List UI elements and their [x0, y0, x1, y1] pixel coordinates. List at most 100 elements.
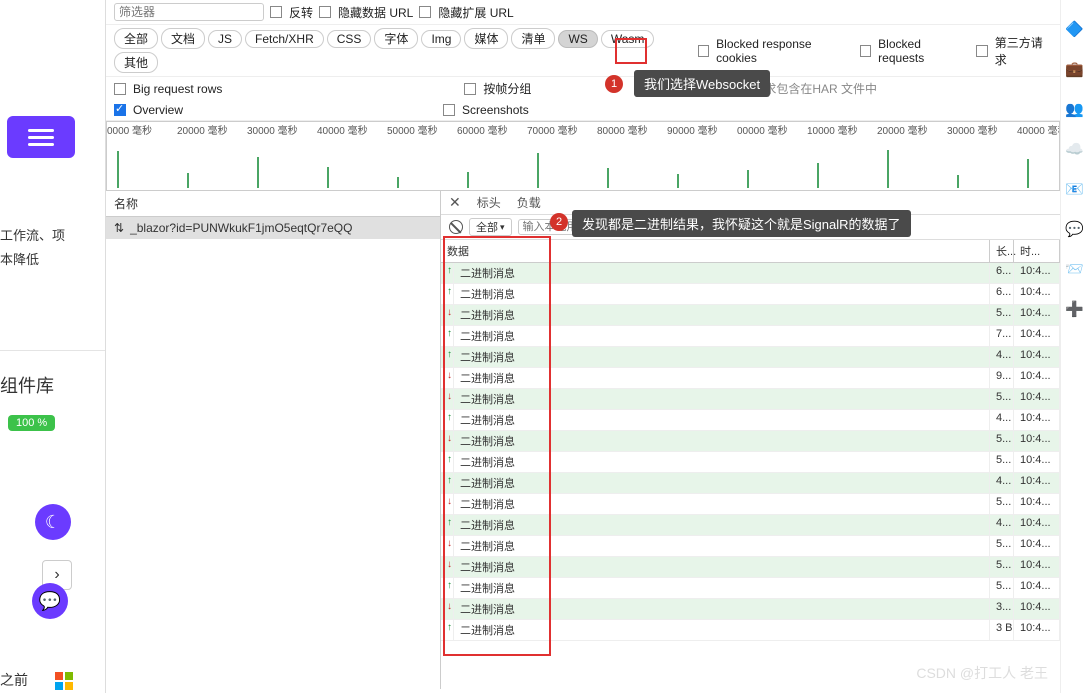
type-chip-全部[interactable]: 全部 [114, 28, 158, 49]
arrow-up-icon: ↑ [441, 263, 454, 283]
screenshots-check[interactable]: Screenshots [443, 103, 529, 117]
ws-message-row[interactable]: ↑二进制消息4...10:4... [441, 515, 1060, 536]
msg-time: 10:4... [1014, 368, 1060, 388]
ws-message-row[interactable]: ↓二进制消息5...10:4... [441, 389, 1060, 410]
ws-message-row[interactable]: ↓二进制消息3...10:4... [441, 599, 1060, 620]
side-icon-4[interactable]: 📧 [1065, 180, 1084, 198]
type-chip-wasm[interactable]: Wasm [601, 30, 655, 48]
side-icon-3[interactable]: ☁️ [1065, 140, 1084, 158]
msg-time: 10:4... [1014, 284, 1060, 304]
arrow-up-icon: ↑ [441, 326, 454, 346]
arrow-down-icon: ↓ [441, 431, 454, 451]
blocked-req-check[interactable]: Blocked requests [860, 37, 967, 65]
msg-len: 5... [990, 305, 1014, 325]
ws-messages: 数据 长... 时... ↑二进制消息6...10:4...↑二进制消息6...… [441, 240, 1060, 689]
filter-input[interactable] [114, 3, 264, 21]
type-chip-js[interactable]: JS [208, 30, 242, 48]
left-heading: 组件库 [0, 372, 54, 398]
side-icon-1[interactable]: 💼 [1065, 60, 1084, 78]
ws-message-row[interactable]: ↓二进制消息5...10:4... [441, 431, 1060, 452]
percent-badge: 100 % [8, 415, 55, 431]
ws-message-row[interactable]: ↑二进制消息6...10:4... [441, 263, 1060, 284]
clear-icon[interactable] [449, 220, 463, 234]
msg-len: 3... [990, 599, 1014, 619]
msg-data: 二进制消息 [454, 515, 990, 535]
side-icon-0[interactable]: 🔷 [1065, 20, 1084, 38]
ws-message-row[interactable]: ↑二进制消息4...10:4... [441, 347, 1060, 368]
ws-message-row[interactable]: ↑二进制消息3 B10:4... [441, 620, 1060, 641]
invert-check[interactable]: 反转 [270, 4, 313, 21]
devtools-network-panel: 反转 隐藏数据 URL 隐藏扩展 URL 全部文档JSFetch/XHRCSS字… [105, 0, 1060, 693]
arrow-up-icon: ↑ [441, 452, 454, 472]
msg-data: 二进制消息 [454, 473, 990, 493]
col-len[interactable]: 长... [990, 240, 1014, 262]
type-chip-其他[interactable]: 其他 [114, 52, 158, 73]
big-rows-check[interactable]: Big request rows [114, 82, 222, 96]
type-chip-媒体[interactable]: 媒体 [464, 28, 508, 49]
watermark: CSDN @打工人 老王 [916, 663, 1048, 683]
arrow-up-icon: ↑ [441, 347, 454, 367]
msg-len: 4... [990, 347, 1014, 367]
left-text-2: 本降低 [0, 249, 39, 268]
hamburger-button[interactable] [7, 116, 75, 158]
msg-data: 二进制消息 [454, 326, 990, 346]
by-frame-check[interactable]: 按帧分组 [464, 80, 531, 97]
type-chip-img[interactable]: Img [421, 30, 461, 48]
hide-data-check[interactable]: 隐藏数据 URL [319, 4, 413, 21]
msg-len: 5... [990, 452, 1014, 472]
filter-all-dropdown[interactable]: 全部 [469, 218, 512, 236]
msg-data: 二进制消息 [454, 599, 990, 619]
col-data[interactable]: 数据 [441, 240, 990, 262]
ws-message-row[interactable]: ↑二进制消息6...10:4... [441, 284, 1060, 305]
msg-data: 二进制消息 [454, 452, 990, 472]
tab-header[interactable]: 标头 [477, 194, 501, 211]
options-row-2: Overview Screenshots [106, 100, 1060, 121]
close-icon[interactable]: ✕ [449, 194, 461, 211]
msg-time: 10:4... [1014, 389, 1060, 409]
type-chip-ws[interactable]: WS [558, 30, 597, 48]
divider [0, 350, 105, 351]
col-time[interactable]: 时... [1014, 240, 1060, 262]
type-chip-清单[interactable]: 清单 [511, 28, 555, 49]
type-chip-fetch/xhr[interactable]: Fetch/XHR [245, 30, 324, 48]
content-split: 名称 ⇅ _blazor?id=PUNWkukF1jmO5eqtQr7eQQ ✕… [106, 191, 1060, 689]
ws-message-row[interactable]: ↑二进制消息5...10:4... [441, 578, 1060, 599]
ws-message-row[interactable]: ↓二进制消息5...10:4... [441, 494, 1060, 515]
arrow-down-icon: ↓ [441, 389, 454, 409]
msg-data: 二进制消息 [454, 389, 990, 409]
type-chips: 全部文档JSFetch/XHRCSS字体Img媒体清单WSWasm 其他 [114, 28, 678, 73]
msg-len: 5... [990, 536, 1014, 556]
ws-message-row[interactable]: ↓二进制消息5...10:4... [441, 305, 1060, 326]
moon-button[interactable]: ☾ [35, 504, 71, 540]
arrow-down-icon: ↓ [441, 368, 454, 388]
msg-len: 6... [990, 284, 1014, 304]
ws-message-row[interactable]: ↓二进制消息5...10:4... [441, 536, 1060, 557]
websocket-icon: ⇅ [114, 221, 124, 235]
ws-detail: ✕ 标头 负载 全部 数据 长... 时... ↑二进制消息6...10:4..… [441, 191, 1060, 689]
chat-button[interactable]: 💬 [32, 583, 68, 619]
ws-message-row[interactable]: ↓二进制消息9...10:4... [441, 368, 1060, 389]
ws-message-row[interactable]: ↑二进制消息4...10:4... [441, 473, 1060, 494]
tab-payload[interactable]: 负载 [517, 194, 541, 211]
side-icon-6[interactable]: 📨 [1065, 260, 1084, 278]
ws-message-row[interactable]: ↑二进制消息4...10:4... [441, 410, 1060, 431]
ws-message-row[interactable]: ↑二进制消息5...10:4... [441, 452, 1060, 473]
hide-ext-check[interactable]: 隐藏扩展 URL [419, 4, 513, 21]
ws-message-row[interactable]: ↑二进制消息7...10:4... [441, 326, 1060, 347]
timeline-overview[interactable]: 0000 毫秒20000 毫秒30000 毫秒40000 毫秒50000 毫秒6… [106, 121, 1060, 191]
type-chip-文档[interactable]: 文档 [161, 28, 205, 49]
overview-check[interactable]: Overview [114, 103, 183, 117]
blocked-cookies-check[interactable]: Blocked response cookies [698, 37, 850, 65]
msg-time: 10:4... [1014, 578, 1060, 598]
side-icon-7[interactable]: ➕ [1065, 300, 1084, 318]
type-chip-字体[interactable]: 字体 [374, 28, 418, 49]
side-icon-5[interactable]: 💬 [1065, 220, 1084, 238]
side-icon-2[interactable]: 👥 [1065, 100, 1084, 118]
msg-data: 二进制消息 [454, 494, 990, 514]
type-chip-css[interactable]: CSS [327, 30, 372, 48]
arrow-down-icon: ↓ [441, 305, 454, 325]
ws-message-row[interactable]: ↓二进制消息5...10:4... [441, 557, 1060, 578]
third-party-check[interactable]: 第三方请求 [976, 34, 1052, 68]
msg-len: 5... [990, 578, 1014, 598]
request-row[interactable]: ⇅ _blazor?id=PUNWkukF1jmO5eqtQr7eQQ [106, 217, 440, 239]
